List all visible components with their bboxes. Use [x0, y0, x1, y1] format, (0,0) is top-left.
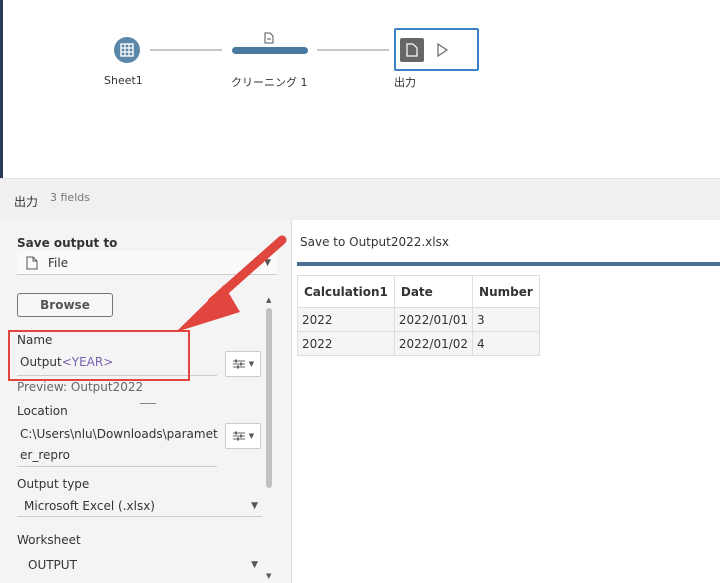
save-to-header: Save to Output2022.xlsx [300, 235, 449, 249]
output-settings-panel: Save output to File ▼ Browse Name Output… [0, 220, 292, 583]
step-header-band: 出力 3 fields [0, 178, 720, 220]
table-cell: 2022 [297, 307, 395, 332]
table-row: 2022 2022/01/01 3 [297, 307, 540, 332]
save-output-select[interactable]: File ▼ [17, 251, 277, 275]
chevron-down-icon: ▼ [248, 432, 255, 440]
output-type-value: Microsoft Excel (.xlsx) [24, 498, 155, 513]
sliders-icon [232, 359, 245, 369]
output-preview-panel: Save to Output2022.xlsx Calculation1 Dat… [292, 220, 720, 583]
file-icon [26, 256, 38, 269]
table-row: 2022 2022/01/02 4 [297, 331, 540, 356]
table-cell: 2022/01/01 [393, 307, 474, 332]
worksheet-select[interactable]: OUTPUT ▼ [17, 554, 262, 576]
scroll-down-icon[interactable]: ▼ [266, 572, 271, 580]
scrollbar-thumb[interactable] [266, 308, 272, 488]
preview-table: Calculation1 Date Number 2022 2022/01/01… [297, 275, 540, 356]
chevron-down-icon: ▼ [251, 500, 258, 511]
table-cell: 3 [472, 307, 540, 332]
browse-button[interactable]: Browse [17, 293, 113, 317]
connector-line [150, 49, 222, 51]
chevron-down-icon: ▼ [264, 257, 271, 268]
name-parameter-button[interactable]: ▼ [225, 351, 261, 377]
table-cell: 4 [472, 331, 540, 356]
location-label: Location [17, 404, 68, 418]
table-cell: 2022 [297, 331, 395, 356]
step-title: 出力 [14, 195, 39, 209]
location-underline [17, 466, 217, 467]
cleaning-label: クリーニング 1 [231, 76, 308, 89]
sliders-icon [232, 431, 245, 441]
connector-line [317, 49, 389, 51]
column-header[interactable]: Date [393, 275, 474, 308]
save-output-value: File [48, 255, 69, 270]
preview-underline [140, 403, 156, 404]
output-node[interactable] [394, 28, 479, 71]
sheet1-label: Sheet1 [104, 74, 143, 87]
run-flow-icon[interactable] [436, 42, 448, 57]
clean-step-icon [264, 32, 274, 44]
preview-divider [297, 262, 720, 266]
flow-canvas: Sheet1 クリーニング 1 出力 [0, 0, 720, 178]
output-type-select[interactable]: Microsoft Excel (.xlsx) ▼ [17, 495, 262, 517]
column-header[interactable]: Number [472, 275, 540, 308]
field-count: 3 fields [50, 191, 90, 204]
location-parameter-button[interactable]: ▼ [225, 423, 261, 449]
output-type-label: Output type [17, 477, 90, 491]
table-header-row: Calculation1 Date Number [297, 275, 540, 308]
column-header[interactable]: Calculation1 [297, 275, 395, 308]
chevron-down-icon: ▼ [251, 560, 258, 570]
chevron-down-icon: ▼ [248, 360, 255, 368]
table-cell: 2022/01/02 [393, 331, 474, 356]
output-doc-icon [400, 37, 424, 62]
cleaning-node[interactable] [232, 47, 308, 54]
output-label: 出力 [394, 76, 416, 89]
location-value-line1[interactable]: C:\Users\nlu\Downloads\paramet [20, 427, 218, 441]
worksheet-label: Worksheet [17, 533, 81, 547]
scroll-up-icon[interactable]: ▲ [266, 296, 271, 304]
save-output-label: Save output to [17, 236, 118, 250]
sheet1-node[interactable] [114, 37, 140, 63]
location-value-line2[interactable]: er_repro [20, 448, 70, 462]
preview-text: Preview: Output2022 [17, 380, 144, 394]
name-field-annotation-box [8, 330, 190, 381]
table-icon [120, 43, 134, 57]
worksheet-value: OUTPUT [28, 558, 77, 572]
